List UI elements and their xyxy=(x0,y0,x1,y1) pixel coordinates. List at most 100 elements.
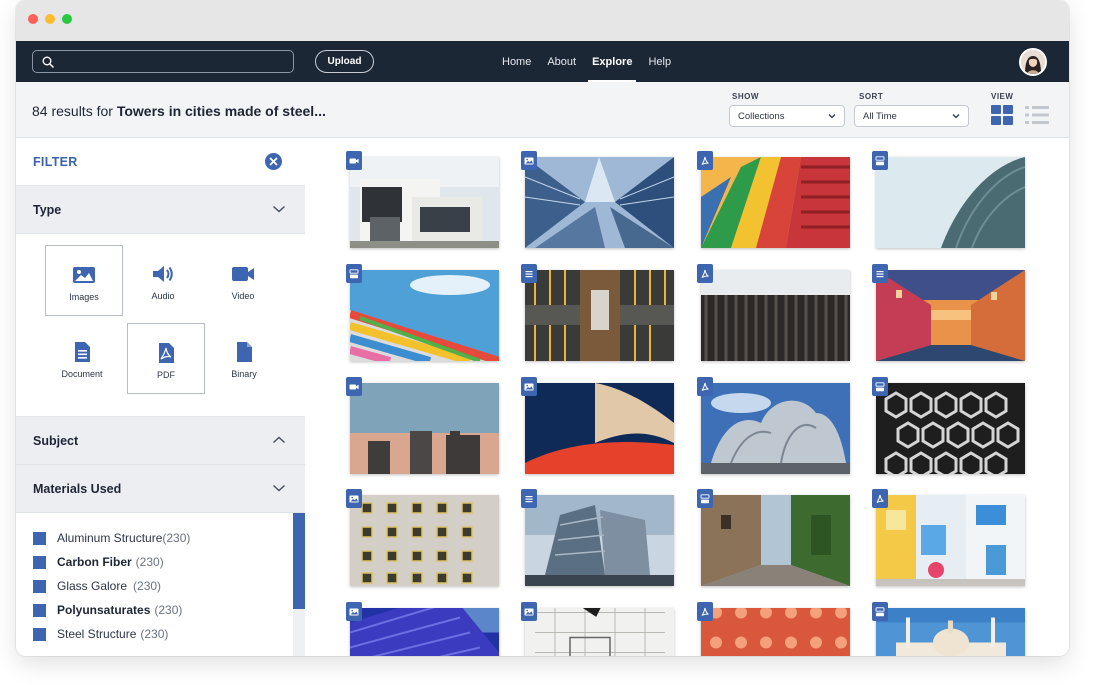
material-item-glass-galore[interactable]: Glass Galore (230) xyxy=(33,578,161,594)
subject-section-header[interactable]: Subject xyxy=(16,417,305,465)
binary-icon xyxy=(349,268,359,278)
image-icon xyxy=(349,495,359,502)
gallery-tile[interactable] xyxy=(350,157,499,248)
list-view-icon[interactable] xyxy=(1025,105,1049,125)
nav-explore-link[interactable]: Explore xyxy=(584,41,640,82)
pdf-icon xyxy=(876,494,884,503)
material-name: Glass Galore xyxy=(57,579,128,593)
minimize-window-button[interactable] xyxy=(45,14,55,24)
thumbnail-image xyxy=(350,383,499,474)
gallery-tile[interactable] xyxy=(701,383,850,474)
gallery-tile[interactable] xyxy=(876,157,1025,248)
thumbnail-image xyxy=(525,383,674,474)
gallery-tile[interactable] xyxy=(525,495,674,586)
search-box[interactable] xyxy=(32,50,294,73)
gallery-tile[interactable] xyxy=(701,157,850,248)
gallery-tile[interactable] xyxy=(876,270,1025,361)
nav-help-link[interactable]: Help xyxy=(640,41,679,82)
gallery-tile[interactable] xyxy=(525,383,674,474)
materials-scrollbar-thumb[interactable] xyxy=(293,513,305,609)
binary-icon xyxy=(237,342,252,362)
gallery-tile[interactable] xyxy=(350,495,499,586)
gallery-tile[interactable] xyxy=(525,157,674,248)
checkbox[interactable] xyxy=(33,555,46,569)
material-count: (230) xyxy=(162,531,191,545)
pdf-type-badge xyxy=(697,602,713,621)
results-bar: 84 results for Towers in cities made of … xyxy=(16,82,1069,138)
gallery-tile[interactable] xyxy=(701,270,850,361)
image-icon xyxy=(73,267,95,283)
binary-type-badge xyxy=(872,151,888,170)
material-item-aluminum[interactable]: Aluminum Structure (230) xyxy=(33,530,190,546)
type-option-binary[interactable]: Binary xyxy=(205,323,283,394)
thumbnail-image xyxy=(876,157,1025,248)
gallery-tile[interactable] xyxy=(525,608,674,656)
audio-icon xyxy=(153,266,173,282)
type-section-title: Type xyxy=(33,203,62,217)
gallery-tile[interactable] xyxy=(350,608,499,656)
material-item-steel-structure[interactable]: Steel Structure (230) xyxy=(33,626,168,642)
user-avatar[interactable] xyxy=(1019,48,1047,76)
type-option-label: Video xyxy=(231,291,255,301)
grid-view-icon[interactable] xyxy=(991,105,1013,125)
checkbox[interactable] xyxy=(33,531,46,545)
pdf-icon xyxy=(701,382,709,391)
gallery-tile[interactable] xyxy=(876,495,1025,586)
close-window-button[interactable] xyxy=(28,14,38,24)
thumbnail-image xyxy=(350,157,499,248)
type-option-label: Binary xyxy=(231,369,257,379)
gallery-tile[interactable] xyxy=(701,608,850,656)
materials-list: Aluminum Structure (230) Carbon Fiber (2… xyxy=(16,513,305,656)
gallery-tile[interactable] xyxy=(525,270,674,361)
clear-filter-icon[interactable] xyxy=(265,153,282,170)
nav-about-link[interactable]: About xyxy=(539,41,584,82)
type-option-pdf[interactable]: PDF xyxy=(127,323,205,394)
results-summary: 84 results for Towers in cities made of … xyxy=(32,103,326,119)
pdf-icon xyxy=(701,607,709,616)
nav-home-link[interactable]: Home xyxy=(494,41,539,82)
type-section-header[interactable]: Type xyxy=(16,186,305,234)
type-option-images[interactable]: Images xyxy=(45,245,123,316)
binary-icon xyxy=(700,493,710,503)
type-option-document[interactable]: Document xyxy=(43,323,121,394)
show-select[interactable]: Collections xyxy=(729,105,845,127)
gallery-tile[interactable] xyxy=(350,383,499,474)
checkbox[interactable] xyxy=(33,579,46,593)
gallery-tile[interactable] xyxy=(701,495,850,586)
pdf-type-badge xyxy=(697,151,713,170)
video-icon xyxy=(349,158,359,163)
material-item-polyunsaturates[interactable]: Polyunsaturates (230) xyxy=(33,602,182,618)
search-icon xyxy=(42,56,54,68)
maximize-window-button[interactable] xyxy=(62,14,72,24)
material-count: (230) xyxy=(135,555,164,569)
thumbnail-image xyxy=(525,608,674,656)
view-label: VIEW xyxy=(991,92,1014,101)
gallery-tile[interactable] xyxy=(350,270,499,361)
checkbox[interactable] xyxy=(33,603,46,617)
document-icon xyxy=(525,495,533,502)
document-icon xyxy=(876,270,884,277)
pdf-icon xyxy=(701,156,709,165)
binary-icon xyxy=(875,381,885,391)
materials-section-header[interactable]: Materials Used xyxy=(16,465,305,513)
checkbox[interactable] xyxy=(33,627,46,641)
material-count: (230) xyxy=(133,579,162,593)
thumbnail-image xyxy=(701,608,850,656)
results-count: 84 results for xyxy=(32,103,117,119)
binary-type-badge xyxy=(872,377,888,396)
search-input[interactable] xyxy=(61,53,286,70)
gallery-tile[interactable] xyxy=(876,383,1025,474)
image-type-badge xyxy=(521,377,537,396)
material-item-carbon-fiber[interactable]: Carbon Fiber (230) xyxy=(33,554,164,570)
pdf-icon xyxy=(701,269,709,278)
pdf-type-badge xyxy=(697,264,713,283)
sort-select[interactable]: All Time xyxy=(854,105,969,127)
thumbnail-image xyxy=(876,383,1025,474)
title-bar xyxy=(16,0,1069,41)
material-count: (230) xyxy=(154,603,183,617)
upload-button[interactable]: Upload xyxy=(315,50,374,73)
type-option-audio[interactable]: Audio xyxy=(124,245,202,316)
gallery-tile[interactable] xyxy=(876,608,1025,656)
material-name: Carbon Fiber xyxy=(57,555,132,569)
type-option-video[interactable]: Video xyxy=(204,245,282,316)
